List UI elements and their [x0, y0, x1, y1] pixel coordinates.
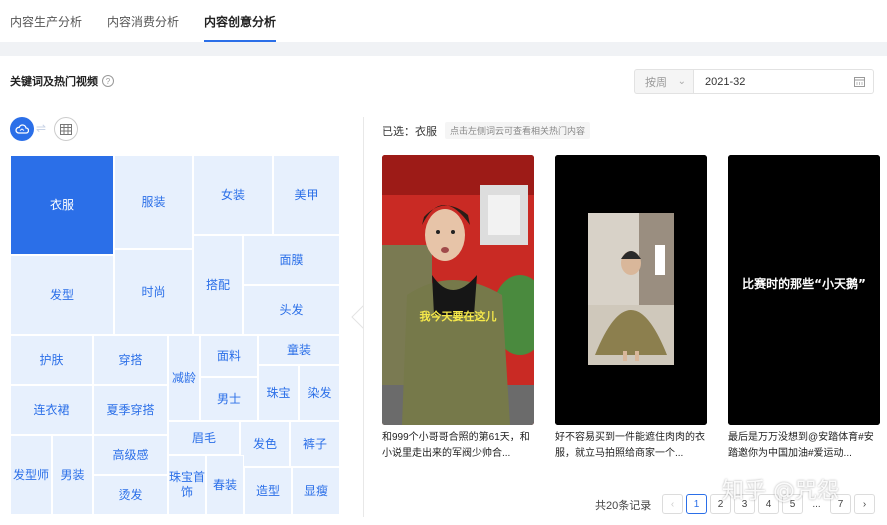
keyword-cell[interactable]: 女装: [193, 155, 273, 235]
table-view-button[interactable]: [54, 117, 78, 141]
cloud-icon: [15, 124, 29, 134]
keyword-treemap: 衣服 服装 女装 美甲 发型 时尚 搭配 面膜 头发 护肤 穿搭 减龄 面料 童…: [10, 155, 340, 515]
panel-divider: [363, 117, 364, 517]
prev-page-button[interactable]: ‹: [662, 494, 683, 514]
video-title[interactable]: 和999个小哥哥合照的第61天，和小说里走出来的军阀少帅合...: [382, 430, 536, 462]
video-frame: [555, 155, 707, 425]
keyword-cell[interactable]: 发型师: [10, 435, 52, 515]
period-select[interactable]: 按周 ⌄: [634, 69, 694, 94]
keyword-cell[interactable]: 护肤: [10, 335, 93, 385]
selected-label: 已选：: [382, 125, 415, 138]
period-value: 按周: [645, 76, 667, 89]
keyword-cell[interactable]: 面膜: [243, 235, 340, 285]
keyword-cell[interactable]: 珠宝首饰: [168, 455, 206, 515]
keyword-cell[interactable]: 面料: [200, 335, 258, 377]
page-button[interactable]: 1: [686, 494, 707, 514]
keyword-cell[interactable]: 裤子: [290, 421, 340, 467]
keyword-cell[interactable]: 烫发: [93, 475, 168, 515]
watermark: 知乎 @咒怨: [722, 479, 839, 504]
calendar-icon: [854, 77, 865, 87]
video-thumbnail[interactable]: 我今天要在这儿: [382, 155, 534, 425]
video-overlay-text: 我今天要在这儿: [420, 309, 497, 323]
keyword-cell[interactable]: 男装: [52, 435, 93, 515]
keyword-cell[interactable]: 衣服: [10, 155, 114, 255]
keyword-cell[interactable]: 发色: [240, 421, 290, 467]
tab-content-consumption[interactable]: 内容消费分析: [107, 13, 179, 42]
video-frame: 比赛时的那些“小天鹅”: [728, 155, 880, 425]
keyword-cell[interactable]: 春装: [206, 455, 244, 515]
keyword-cell[interactable]: 童装: [258, 335, 340, 365]
keyword-cell[interactable]: 搭配: [193, 235, 243, 335]
selection-pointer: [351, 305, 364, 329]
video-frame: 我今天要在这儿: [382, 155, 534, 425]
keyword-cell[interactable]: 眉毛: [168, 421, 240, 455]
word-cloud-view-button[interactable]: [10, 117, 34, 141]
keyword-cell[interactable]: 服装: [114, 155, 193, 249]
keyword-cell[interactable]: 珠宝: [258, 365, 299, 421]
video-thumbnail[interactable]: 比赛时的那些“小天鹅”: [728, 155, 880, 425]
keyword-cell[interactable]: 连衣裙: [10, 385, 93, 435]
next-page-button[interactable]: ›: [854, 494, 875, 514]
keyword-cell[interactable]: 高级感: [93, 435, 168, 475]
keyword-cell[interactable]: 男士: [200, 377, 258, 421]
selection-hint: 点击左侧词云可查看相关热门内容: [445, 122, 591, 139]
video-title[interactable]: 好不容易买到一件能遮住肉肉的衣服，就立马拍照给商家一个...: [555, 430, 709, 462]
keyword-cell[interactable]: 美甲: [273, 155, 340, 235]
tab-content-creative[interactable]: 内容创意分析: [204, 13, 277, 42]
keyword-cell[interactable]: 穿搭: [93, 335, 168, 385]
selected-keyword-line: 已选： 衣服 点击左侧词云可查看相关热门内容: [382, 122, 591, 139]
total-records: 共20条记录: [595, 500, 652, 512]
video-thumbnail[interactable]: [555, 155, 707, 425]
section-title-text: 关键词及热门视频: [10, 76, 98, 88]
analysis-tabs: 内容生产分析 内容消费分析 内容创意分析: [0, 0, 887, 42]
week-picker[interactable]: 2021-32: [694, 69, 874, 94]
keyword-cell[interactable]: 染发: [299, 365, 340, 421]
keyword-cell[interactable]: 显瘦: [292, 467, 340, 515]
keyword-cell[interactable]: 夏季穿搭: [93, 385, 168, 435]
keyword-cell[interactable]: 头发: [243, 285, 340, 335]
help-icon[interactable]: ?: [102, 75, 114, 87]
chevron-down-icon: ⌄: [677, 76, 686, 87]
table-icon: [60, 123, 72, 135]
keyword-cell[interactable]: 造型: [244, 467, 292, 515]
video-overlay-text: 比赛时的那些“小天鹅”: [742, 276, 866, 291]
section-title: 关键词及热门视频 ?: [10, 73, 114, 89]
week-value: 2021-32: [705, 75, 746, 88]
selected-keyword: 衣服: [415, 125, 437, 138]
video-title[interactable]: 最后是万万没想到@安踏体育#安踏邀你为中国加油#爱运动...: [728, 430, 882, 462]
keyword-cell[interactable]: 发型: [10, 255, 114, 335]
section-separator: [0, 42, 887, 56]
swap-icon: ⇌: [36, 121, 47, 135]
keyword-cell[interactable]: 时尚: [114, 249, 193, 335]
tab-content-production[interactable]: 内容生产分析: [10, 13, 82, 42]
keyword-cell[interactable]: 减龄: [168, 335, 200, 421]
